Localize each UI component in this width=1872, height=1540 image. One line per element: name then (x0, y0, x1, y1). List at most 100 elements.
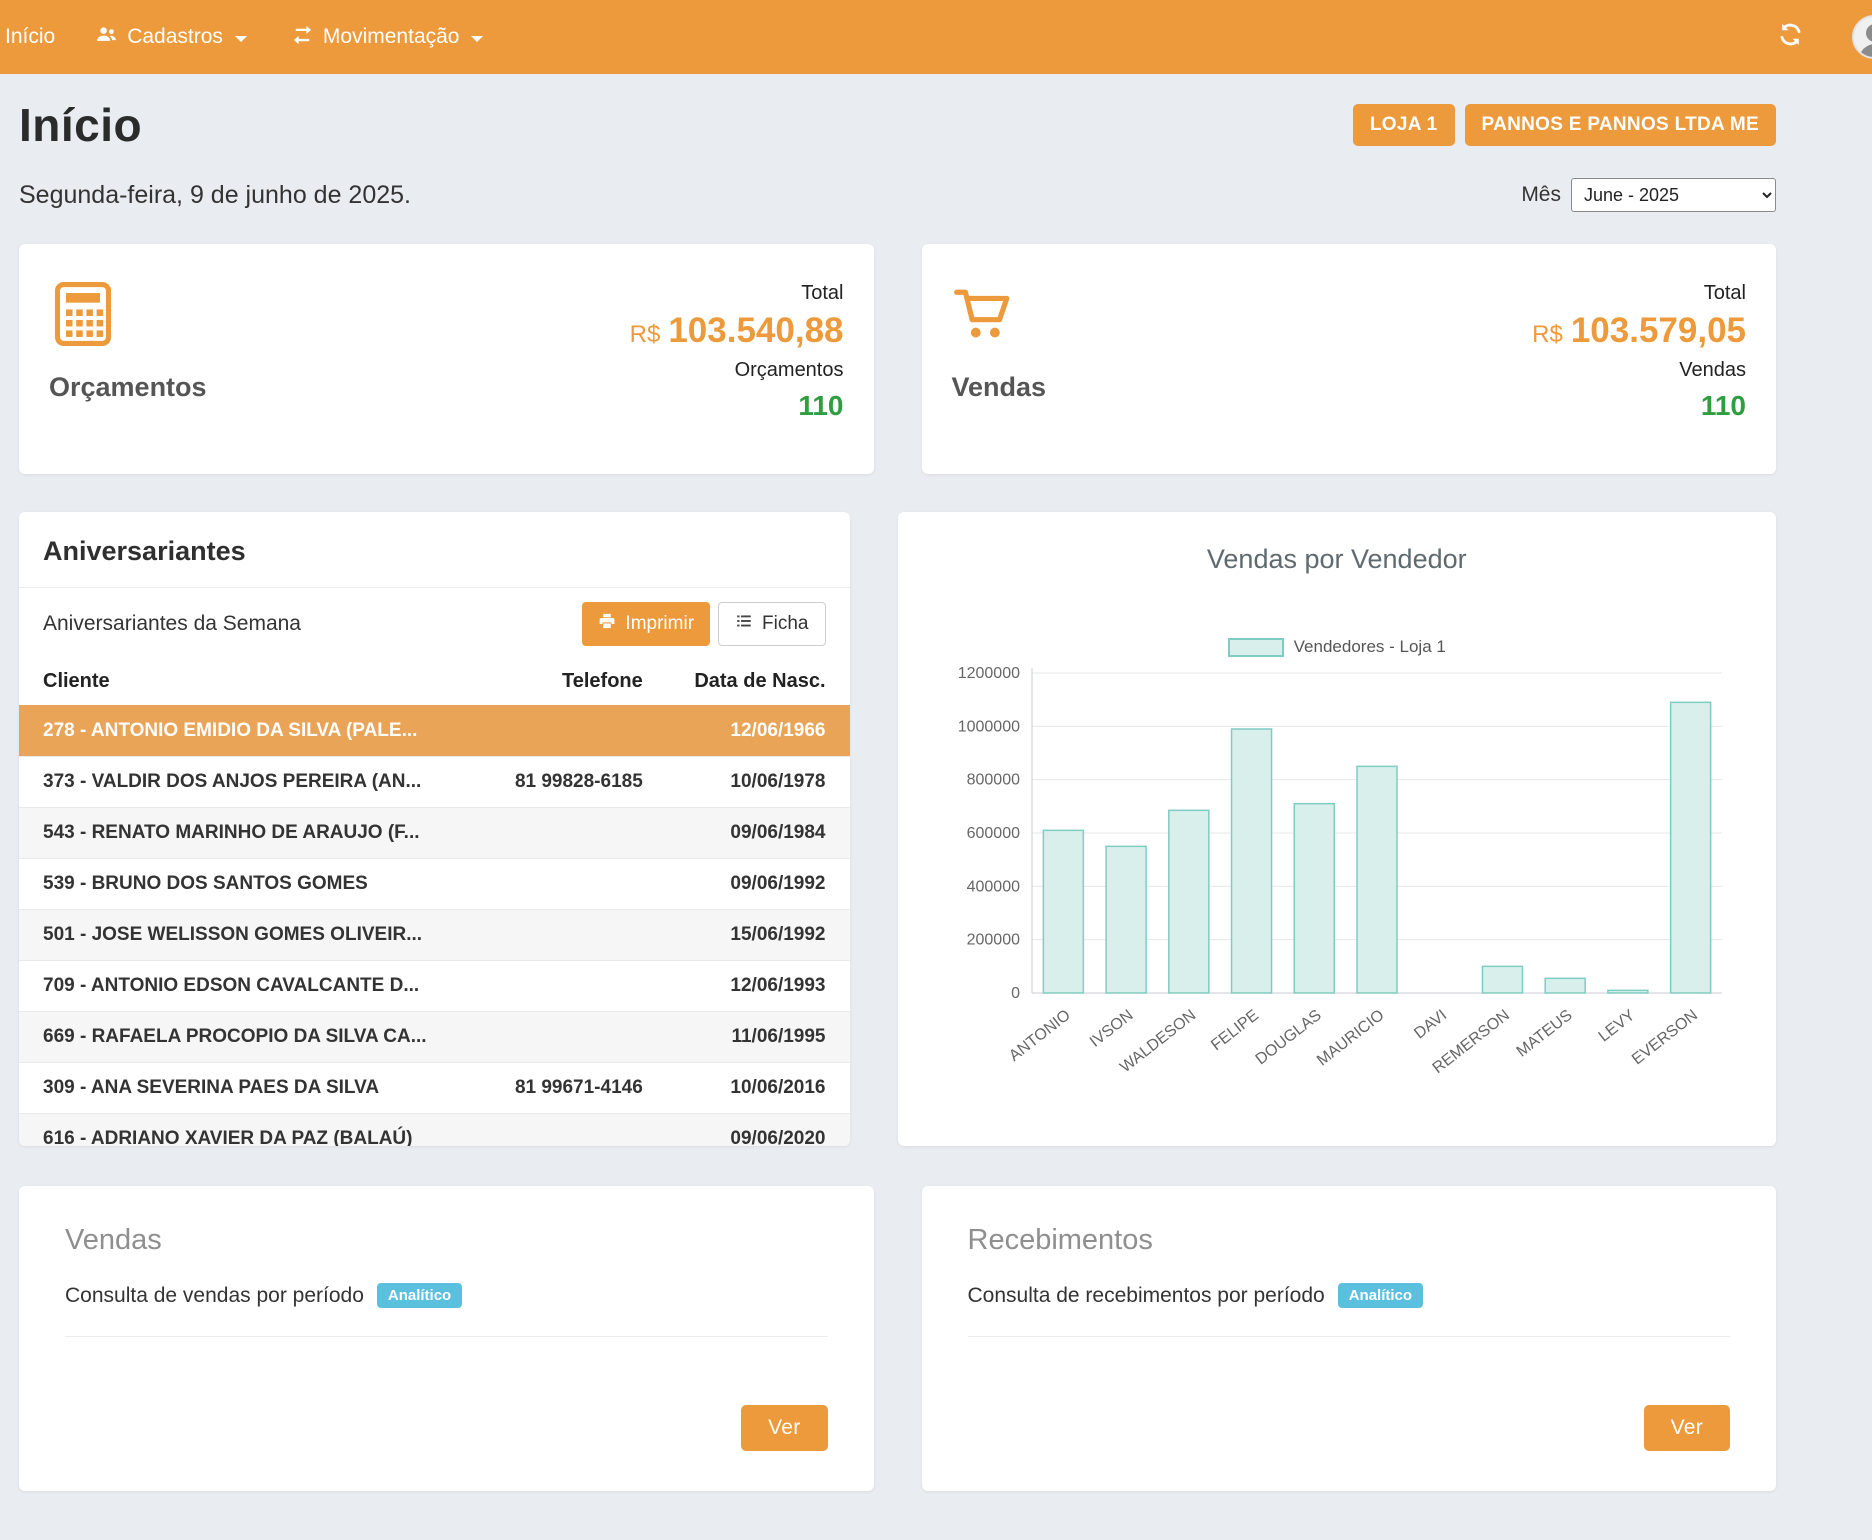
month-select[interactable]: June - 2025 (1571, 178, 1776, 212)
middle-row: Aniversariantes Aniversariantes da Seman… (19, 512, 1776, 1146)
orcamentos-card-left: Orçamentos (49, 280, 207, 474)
chevron-down-icon (235, 36, 247, 42)
table-row[interactable]: 373 - VALDIR DOS ANJOS PEREIRA (AN...81 … (19, 757, 850, 808)
table-row[interactable]: 501 - JOSE WELISSON GOMES OLIVEIR... 15/0… (19, 910, 850, 961)
cell-data-nasc: 15/06/1992 (667, 910, 850, 961)
chart-title: Vendas por Vendedor (1207, 544, 1467, 575)
cell-data-nasc: 12/06/1966 (667, 706, 850, 757)
svg-text:LEVY: LEVY (1595, 1007, 1638, 1046)
recebimentos-report-card: Recebimentos Consulta de recebimentos po… (922, 1186, 1777, 1491)
nav-item-movimentacao[interactable]: Movimentação (269, 0, 506, 74)
list-icon (735, 612, 753, 636)
cell-data-nasc: 09/06/1992 (667, 859, 850, 910)
ficha-button[interactable]: Ficha (718, 602, 825, 646)
cell-telefone: 81 99828-6185 (451, 757, 667, 808)
table-row[interactable]: 543 - RENATO MARINHO DE ARAUJO (F...09/0… (19, 808, 850, 859)
table-row[interactable]: 616 - ADRIANO XAVIER DA PAZ (BALAÚ)09/06… (19, 1114, 850, 1147)
nav-item-cadastros-label: Cadastros (127, 25, 223, 49)
birthday-table-body: 278 - ANTONIO EMIDIO DA SILVA (PALE... 12… (19, 706, 850, 1147)
recebimentos-report-title: Recebimentos (968, 1224, 1731, 1257)
table-row[interactable]: 709 - ANTONIO EDSON CAVALCANTE D...12/06… (19, 961, 850, 1012)
svg-text:DOUGLAS: DOUGLAS (1252, 1007, 1324, 1069)
cell-telefone (451, 961, 667, 1012)
nav-item-inicio-label: Início (5, 25, 55, 49)
print-button-label: Imprimir (625, 613, 694, 635)
column-header-cliente: Cliente (19, 660, 451, 706)
ficha-button-label: Ficha (762, 613, 808, 635)
print-button[interactable]: Imprimir (582, 602, 710, 646)
cell-data-nasc: 10/06/1978 (667, 757, 850, 808)
vendas-card-right: Total R$103.579,05 Vendas 110 (1532, 274, 1746, 474)
cell-cliente: 669 - RAFAELA PROCOPIO DA SILVA CA... (19, 1012, 451, 1063)
table-row[interactable]: 669 - RAFAELA PROCOPIO DA SILVA CA...11/… (19, 1012, 850, 1063)
ver-recebimentos-button[interactable]: Ver (1644, 1405, 1730, 1451)
vendas-report-footer: Ver (65, 1405, 828, 1451)
total-label: Total (801, 282, 843, 305)
total-amount: R$ 103.579,05 (1532, 311, 1746, 351)
current-date: Segunda-feira, 9 de junho de 2025. (19, 181, 411, 210)
analitico-badge: Analítico (377, 1283, 462, 1308)
cell-cliente: 539 - BRUNO DOS SANTOS GOMES (19, 859, 451, 910)
store-button[interactable]: LOJA 1 (1353, 104, 1455, 146)
svg-text:400000: 400000 (966, 878, 1019, 895)
avatar[interactable] (1852, 15, 1872, 59)
analitico-badge: Analítico (1338, 1283, 1423, 1308)
svg-text:0: 0 (1011, 985, 1020, 1002)
aniversariantes-subrow: Aniversariantes da Semana Imprimir (19, 588, 850, 660)
cell-telefone (451, 1114, 667, 1147)
month-label: Mês (1521, 183, 1561, 207)
exchange-icon (291, 23, 314, 52)
vendas-report-title: Vendas (65, 1224, 828, 1257)
refresh-button[interactable] (1755, 0, 1826, 74)
currency-symbol: R$ (630, 321, 661, 348)
vendas-card-left: Vendas (952, 280, 1047, 474)
cell-data-nasc: 09/06/1984 (667, 808, 850, 859)
cell-cliente: 501 - JOSE WELISSON GOMES OLIVEIR... (19, 910, 451, 961)
company-button[interactable]: PANNOS E PANNOS LTDA ME (1465, 104, 1776, 146)
table-row[interactable]: 309 - ANA SEVERINA PAES DA SILVA81 99671… (19, 1063, 850, 1114)
cell-telefone (451, 808, 667, 859)
svg-text:EVERSON: EVERSON (1629, 1007, 1701, 1069)
nav-right (1755, 0, 1872, 74)
vendas-report-card: Vendas Consulta de vendas por período An… (19, 1186, 874, 1491)
nav-item-movimentacao-label: Movimentação (323, 25, 460, 49)
chevron-down-icon (471, 36, 483, 42)
cell-cliente: 616 - ADRIANO XAVIER DA PAZ (BALAÚ) (19, 1114, 451, 1147)
nav-item-cadastros[interactable]: Cadastros (73, 0, 269, 74)
column-header-data-nasc: Data de Nasc. (667, 660, 850, 706)
currency-symbol: R$ (1532, 321, 1563, 348)
count-label: Vendas (1679, 359, 1746, 382)
vendas-report-line: Consulta de vendas por período Analítico (65, 1283, 828, 1308)
ver-vendas-button[interactable]: Ver (741, 1405, 827, 1451)
cell-cliente: 373 - VALDIR DOS ANJOS PEREIRA (AN... (19, 757, 451, 808)
amount-value: 103.579,05 (1571, 311, 1746, 350)
svg-text:1200000: 1200000 (957, 665, 1019, 682)
sales-by-seller-card: Vendas por Vendedor Vendedores - Loja 1 … (898, 512, 1777, 1146)
nav-left: Início Cadastros Movimentação (0, 0, 505, 74)
total-amount: R$103.540,88 (630, 311, 844, 351)
page-header: Início LOJA 1 PANNOS E PANNOS LTDA ME (19, 98, 1776, 152)
cell-data-nasc: 12/06/1993 (667, 961, 850, 1012)
table-row[interactable]: 278 - ANTONIO EMIDIO DA SILVA (PALE... 12… (19, 706, 850, 757)
aniversariantes-subtitle: Aniversariantes da Semana (43, 612, 301, 636)
table-row[interactable]: 539 - BRUNO DOS SANTOS GOMES 09/06/1992 (19, 859, 850, 910)
aniversariantes-actions: Imprimir Ficha (582, 602, 825, 646)
total-label: Total (1704, 282, 1746, 305)
orcamentos-card: Orçamentos Total R$103.540,88 Orçamentos… (19, 244, 874, 474)
refresh-icon (1777, 21, 1804, 54)
vendas-report-description: Consulta de vendas por período (65, 1284, 364, 1308)
svg-text:MATEUS: MATEUS (1513, 1007, 1575, 1061)
legend-label: Vendedores - Loja 1 (1294, 637, 1446, 657)
cell-cliente: 309 - ANA SEVERINA PAES DA SILVA (19, 1063, 451, 1114)
recebimentos-report-line: Consulta de recebimentos por período Ana… (968, 1283, 1731, 1308)
nav-item-inicio[interactable]: Início (0, 0, 73, 74)
printer-icon (598, 612, 616, 636)
cell-telefone (451, 706, 667, 757)
page-title: Início (19, 98, 142, 152)
aniversariantes-panel: Aniversariantes Aniversariantes da Seman… (19, 512, 850, 1146)
bottom-row: Vendas Consulta de vendas por período An… (19, 1186, 1776, 1491)
header-buttons: LOJA 1 PANNOS E PANNOS LTDA ME (1353, 104, 1776, 146)
cart-icon (952, 280, 1020, 348)
divider (65, 1336, 828, 1337)
cell-cliente: 278 - ANTONIO EMIDIO DA SILVA (PALE... (19, 706, 451, 757)
